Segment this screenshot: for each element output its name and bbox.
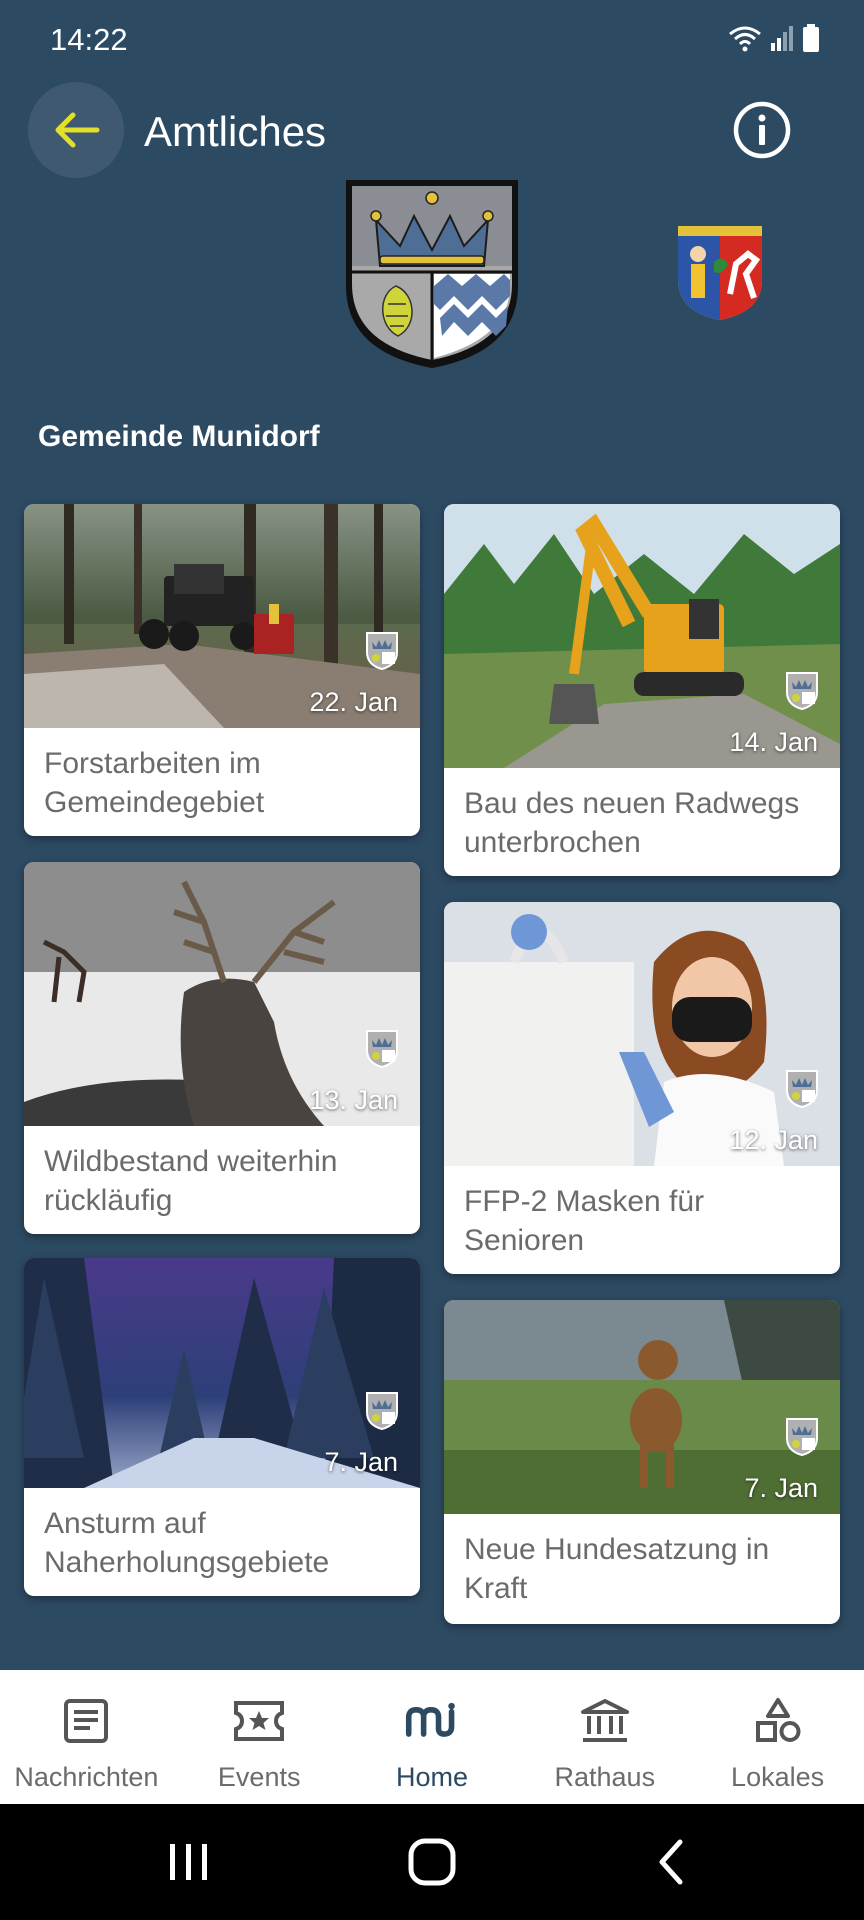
card-title: FFP-2 Masken für Senioren xyxy=(464,1185,705,1257)
nav-label: Nachrichten xyxy=(14,1762,159,1792)
ticket-star-icon xyxy=(232,1694,286,1748)
app-bar: Amtliches xyxy=(0,80,864,180)
card-date: 13. Jan xyxy=(309,1085,398,1115)
section-title: Gemeinde Munidorf xyxy=(38,420,320,453)
card-date: 7. Jan xyxy=(744,1473,818,1503)
nav-label: Events xyxy=(217,1762,301,1792)
card-title: Ansturm auf Naherholungsgebiete xyxy=(44,1507,330,1579)
arrow-left-icon xyxy=(55,112,100,148)
crest-badge-icon xyxy=(366,632,398,670)
nav-item-events[interactable]: Events xyxy=(173,1670,346,1804)
card-date: 12. Jan xyxy=(729,1125,818,1155)
card-image-dog: 7. Jan xyxy=(444,1300,840,1514)
nav-item-home[interactable]: Home xyxy=(346,1670,519,1804)
battery-icon xyxy=(803,24,819,52)
nav-label: Rathaus xyxy=(554,1762,656,1792)
crest-badge-icon xyxy=(786,1418,818,1456)
crest-badge-icon xyxy=(366,1030,398,1068)
card-title: Wildbestand weiterhin rückläufig xyxy=(44,1145,338,1217)
nav-label: Lokales xyxy=(731,1762,825,1792)
crest-badge-icon xyxy=(786,672,818,710)
district-crest xyxy=(678,226,762,320)
municipality-crest xyxy=(346,180,518,368)
card-title: Bau des neuen Radwegs unterbrochen xyxy=(464,787,800,859)
home-logo-icon xyxy=(405,1694,459,1748)
card-date: 22. Jan xyxy=(309,687,398,717)
back-button[interactable] xyxy=(28,82,124,178)
system-navigation-bar xyxy=(0,1804,864,1920)
recent-apps-icon[interactable] xyxy=(158,1834,218,1890)
news-card[interactable]: 12. Jan FFP-2 Masken für Senioren xyxy=(444,902,840,1274)
nav-item-lokales[interactable]: Lokales xyxy=(691,1670,864,1804)
crest-badge-icon xyxy=(786,1070,818,1108)
nav-item-rathaus[interactable]: Rathaus xyxy=(518,1670,691,1804)
wifi-icon xyxy=(729,26,761,52)
newspaper-icon xyxy=(59,1694,113,1748)
nav-label: Home xyxy=(395,1762,468,1792)
page-title: Amtliches xyxy=(144,108,327,155)
info-icon xyxy=(733,101,791,159)
crest-badge-icon xyxy=(366,1392,398,1430)
card-title: Forstarbeiten im Gemeindegebiet xyxy=(44,747,265,819)
status-bar: 14:22 xyxy=(0,0,864,80)
news-card[interactable]: 14. Jan Bau des neuen Radwegs unterbroch… xyxy=(444,504,840,876)
card-image-excavator: 14. Jan xyxy=(444,504,840,768)
status-icons xyxy=(728,24,820,52)
shapes-icon xyxy=(751,1694,805,1748)
card-image-deer: 13. Jan xyxy=(24,862,420,1126)
card-date: 14. Jan xyxy=(729,727,818,757)
bottom-navigation: Nachrichten Events Home Rathaus Lokales xyxy=(0,1670,864,1804)
card-image-snow-forest: 7. Jan xyxy=(24,1258,420,1488)
card-image-forestry: 22. Jan xyxy=(24,504,420,728)
town-hall-icon xyxy=(578,1694,632,1748)
card-date: 7. Jan xyxy=(324,1447,398,1477)
back-nav-icon[interactable] xyxy=(642,1834,702,1890)
info-button[interactable] xyxy=(732,100,792,160)
card-image-mask: 12. Jan xyxy=(444,902,840,1166)
home-button-icon[interactable] xyxy=(402,1834,462,1890)
card-title: Neue Hundesatzung in Kraft xyxy=(464,1533,770,1605)
news-card[interactable]: 13. Jan Wildbestand weiterhin rückläufig xyxy=(24,862,420,1234)
news-card[interactable]: 7. Jan Ansturm auf Naherholungsgebiete xyxy=(24,1258,420,1596)
status-time: 14:22 xyxy=(50,22,128,57)
nav-item-nachrichten[interactable]: Nachrichten xyxy=(0,1670,173,1804)
news-card[interactable]: 7. Jan Neue Hundesatzung in Kraft xyxy=(444,1300,840,1624)
news-card[interactable]: 22. Jan Forstarbeiten im Gemeindegebiet xyxy=(24,504,420,836)
signal-icon xyxy=(771,26,793,51)
